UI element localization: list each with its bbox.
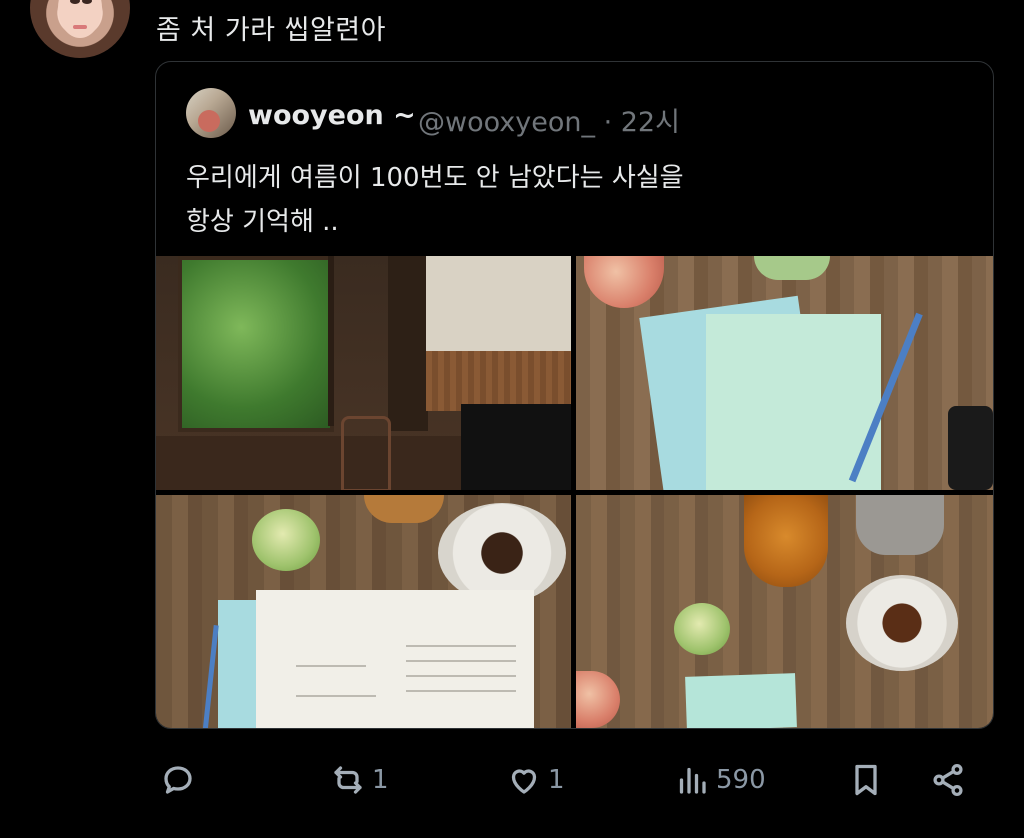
quoted-post[interactable]: wooyeon ~ @wooxyeon_ · 22시 우리에게 여름이 100번…	[155, 61, 994, 729]
reply-button[interactable]	[160, 755, 202, 805]
bookmark-icon	[855, 764, 877, 796]
views-icon	[679, 767, 706, 794]
views-button[interactable]: 590	[674, 755, 766, 805]
quoted-author-avatar[interactable]	[186, 88, 236, 138]
post-text: 좀 처 가라 씹알련아	[156, 15, 386, 46]
action-bar: 1 1 590	[0, 755, 1024, 805]
bookmark-button[interactable]	[848, 755, 884, 805]
like-button[interactable]: 1	[506, 755, 565, 805]
quoted-handle-time: @wooxyeon_ · 22시	[418, 107, 680, 138]
share-button[interactable]	[930, 755, 966, 805]
like-icon	[511, 769, 537, 794]
photo-4[interactable]	[576, 495, 993, 728]
repost-button[interactable]: 1	[330, 755, 389, 805]
author-avatar[interactable]	[30, 0, 130, 58]
photo-3[interactable]	[156, 495, 571, 728]
repost-icon	[334, 766, 362, 794]
quoted-post-text: 우리에게 여름이 100번도 안 남았다는 사실을 항상 기억해 ..	[186, 163, 684, 237]
media-grid	[156, 256, 993, 728]
share-icon	[933, 763, 963, 797]
like-count: 1	[548, 765, 565, 795]
repost-count: 1	[372, 765, 389, 795]
quoted-display-name[interactable]: wooyeon ~	[248, 100, 416, 131]
photo-1[interactable]	[156, 256, 571, 490]
photo-2[interactable]	[576, 256, 993, 490]
reply-icon	[164, 766, 192, 794]
view-count: 590	[716, 765, 766, 795]
